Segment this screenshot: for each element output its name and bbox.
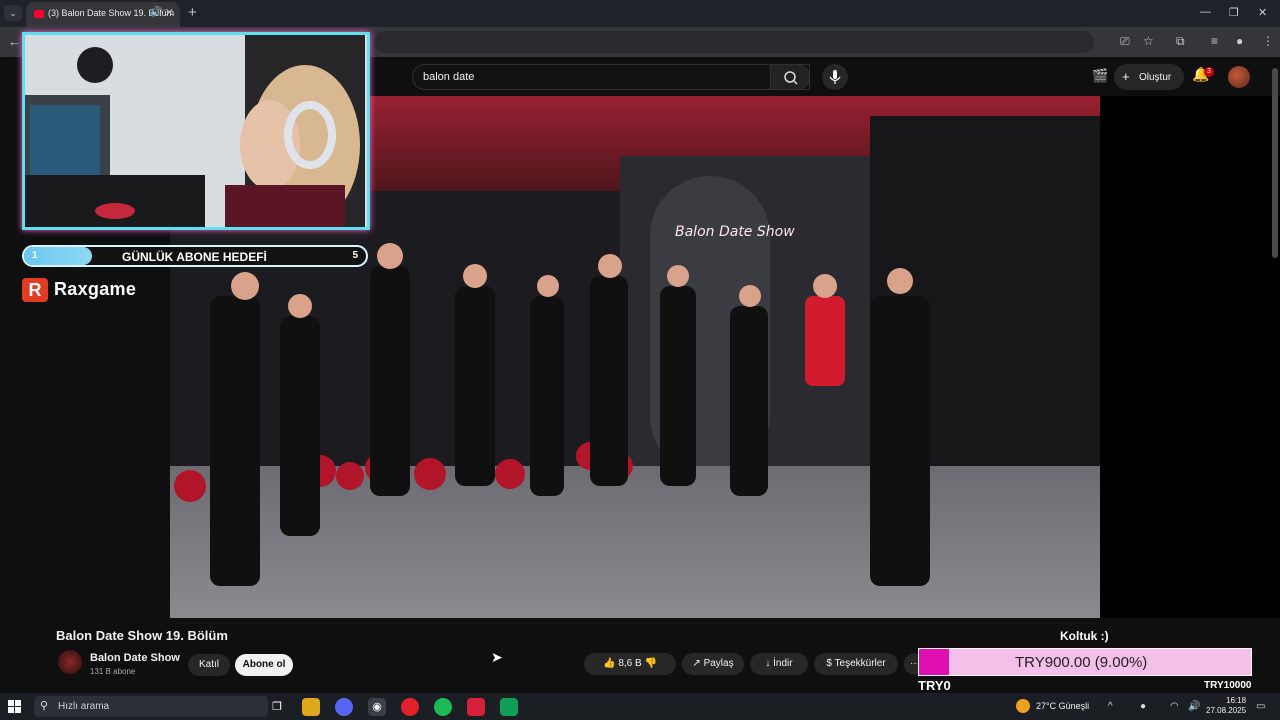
download-label: İndir (773, 658, 793, 669)
browser-tab-active[interactable]: (3) Balon Date Show 19. Bölüm 🔊 ✕ (26, 2, 180, 27)
file-explorer-icon[interactable] (302, 698, 320, 716)
create-button[interactable]: + Oluştur (1114, 64, 1184, 90)
page-scrollbar[interactable] (1272, 68, 1278, 258)
webcam-scene (25, 35, 367, 227)
tab-close-icon[interactable]: ✕ (165, 6, 174, 19)
microphone-icon (829, 70, 841, 84)
new-tab-button[interactable]: + (188, 4, 197, 21)
discord-icon[interactable] (335, 698, 353, 716)
profile-icon[interactable]: ● (1236, 34, 1243, 48)
spotify-icon[interactable] (434, 698, 452, 716)
search-query: balon date (423, 71, 475, 83)
youtube-favicon-icon (34, 10, 44, 18)
share-button[interactable]: ↗ Paylaş (682, 653, 744, 675)
opera-icon[interactable] (401, 698, 419, 716)
voice-search-button[interactable] (822, 64, 848, 90)
brand-name: Raxgame (54, 279, 137, 299)
donation-progress-bar: TRY900.00 (9.00%) (918, 648, 1252, 676)
donation-min-label: TRY0 (918, 678, 951, 693)
extensions-icon[interactable]: ⧉ (1176, 34, 1185, 49)
taskbar-search-input[interactable]: ⚲ Hızlı arama (34, 696, 268, 717)
notification-center-icon[interactable]: ▭ (1256, 701, 1265, 712)
browser-menu-icon[interactable]: ⋮ (1262, 34, 1274, 48)
channel-name[interactable]: Balon Date Show (90, 652, 180, 664)
share-icon: ↗ (692, 658, 701, 669)
like-count: 8,6 B (618, 658, 642, 669)
subscribe-button[interactable]: Abone ol (235, 654, 293, 676)
subscriber-goal-bar: 1 GÜNLÜK ABONE HEDEFİ 5 (22, 245, 368, 267)
address-bar[interactable] (374, 31, 1094, 53)
donation-goal-title: Koltuk :) (1060, 629, 1109, 643)
search-icon: ⚲ (40, 700, 49, 712)
goal-current: 1 (32, 250, 38, 261)
donation-amount: TRY900.00 (9.00%) (1015, 654, 1148, 671)
maximize-button[interactable]: ❐ (1229, 6, 1239, 19)
download-button[interactable]: ↓ İndir (750, 653, 808, 675)
bookmark-star-icon[interactable]: ☆ (1143, 34, 1154, 48)
related-videos-panel (1100, 96, 1280, 618)
back-arrow-icon[interactable]: ← (8, 34, 21, 49)
search-button[interactable] (770, 64, 810, 90)
create-label: Oluştur (1139, 72, 1172, 83)
neon-sign-text: Balon Date Show (675, 224, 795, 240)
thanks-icon: $ (826, 658, 832, 669)
clock-date: 27.08.2025 (1206, 706, 1247, 715)
thumbs-down-icon[interactable]: 👎 (644, 658, 656, 669)
minimize-button[interactable]: — (1200, 6, 1211, 18)
window-close-button[interactable]: ✕ (1258, 6, 1267, 19)
system-clock[interactable]: 16:18 27.08.2025 (1206, 696, 1246, 716)
tray-chevron-icon[interactable]: ^ (1108, 701, 1113, 712)
weather-sun-icon[interactable] (1016, 699, 1030, 713)
donation-progress-fill (919, 649, 949, 675)
notification-count-badge: 3 (1204, 67, 1214, 77)
media-control-icon[interactable]: ≡ (1211, 34, 1218, 48)
like-dislike-group[interactable]: 👍 8,6 B 👎 (584, 653, 676, 675)
goal-label: GÜNLÜK ABONE HEDEFİ (122, 250, 267, 264)
join-button[interactable]: Katıl (188, 654, 230, 676)
account-avatar[interactable] (1228, 66, 1250, 88)
mouse-cursor-icon: ➤ (491, 649, 503, 665)
weather-text[interactable]: 27°C Güneşli (1036, 701, 1089, 711)
plus-icon: + (1122, 69, 1130, 84)
channel-avatar[interactable] (58, 650, 82, 674)
raxgame-logo-icon: R (22, 278, 48, 302)
goal-target: 5 (352, 250, 358, 261)
app-icon[interactable] (467, 698, 485, 716)
speaker-icon[interactable]: 🔊 (150, 7, 162, 18)
search-input[interactable]: balon date ✕ (412, 64, 810, 90)
create-video-icon[interactable]: 🎬 (1092, 68, 1108, 84)
thanks-label: Teşekkürler (834, 658, 886, 669)
share-label: Paylaş (703, 658, 734, 669)
wifi-icon[interactable]: ◠ (1170, 701, 1179, 712)
donation-max-label: TRY10000 (1204, 680, 1252, 691)
task-view-icon[interactable]: ❐ (268, 698, 286, 716)
chrome-icon[interactable]: ◉ (368, 698, 386, 716)
video-title: Balon Date Show 19. Bölüm (56, 628, 228, 643)
cast-icon[interactable]: ⎚ (1120, 34, 1130, 49)
streamlabs-icon[interactable] (500, 698, 518, 716)
windows-start-icon[interactable] (8, 700, 21, 713)
tab-search-button[interactable]: ⌄ (4, 5, 22, 21)
download-icon: ↓ (765, 658, 771, 669)
thanks-button[interactable]: $ Teşekkürler (814, 653, 898, 675)
clock-time: 16:18 (1226, 696, 1247, 705)
thumbs-up-icon[interactable]: 👍 (603, 658, 615, 669)
taskbar-search-placeholder: Hızlı arama (58, 701, 110, 712)
search-icon (784, 71, 798, 85)
streamer-webcam (22, 32, 370, 230)
microphone-tray-icon[interactable]: ● (1140, 701, 1146, 712)
subscriber-count: 131 B abone (90, 667, 136, 676)
volume-icon[interactable]: 🔊 (1188, 701, 1200, 712)
